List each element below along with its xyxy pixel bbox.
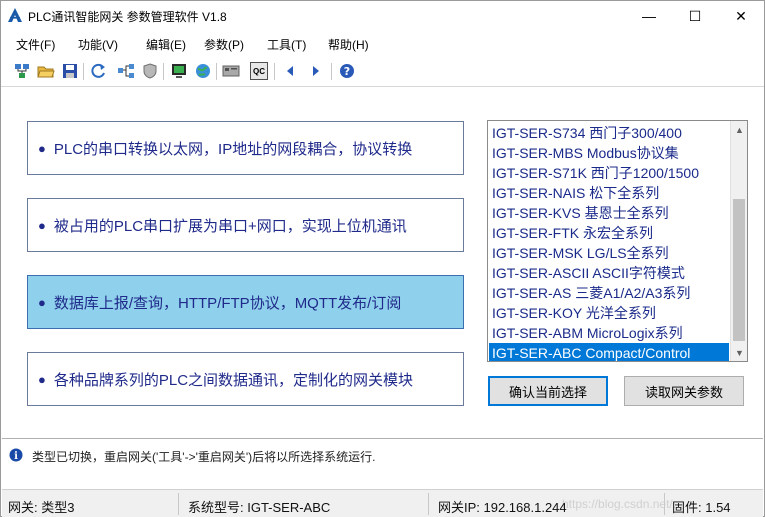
info-glyph: i bbox=[14, 451, 18, 462]
list-item[interactable]: IGT-SER-NAIS 松下全系列 bbox=[489, 183, 729, 203]
open-folder-icon[interactable] bbox=[37, 62, 55, 80]
app-logo-icon bbox=[8, 8, 22, 22]
menu-tools[interactable]: 工具(T) bbox=[267, 36, 306, 53]
help-icon[interactable]: ? bbox=[338, 62, 356, 80]
list-item-selected[interactable]: IGT-SER-ABC Compact/Control bbox=[489, 343, 729, 361]
toolbar-separator bbox=[331, 63, 332, 80]
toolbar-separator bbox=[274, 63, 275, 80]
menu-edit[interactable]: 编辑(E) bbox=[146, 36, 186, 53]
list-scrollbar[interactable]: ▲ ▼ bbox=[730, 121, 747, 361]
toolbar-separator bbox=[163, 63, 164, 80]
bullet-icon: ● bbox=[38, 140, 46, 156]
status-gateway-type: 网关: 类型3 bbox=[8, 500, 75, 515]
info-message: 类型已切换，重启网关('工具'->'重启网关')后将以所选择系统运行. bbox=[32, 450, 376, 464]
save-icon[interactable] bbox=[61, 62, 79, 80]
title-bar: PLC通讯智能网关 参数管理软件 V1.8 — ☐ ✕ bbox=[1, 1, 764, 31]
topology-icon[interactable] bbox=[117, 62, 135, 80]
list-item[interactable]: IGT-SER-S71K 西门子1200/1500 bbox=[489, 163, 729, 183]
bullet-icon: ● bbox=[38, 294, 46, 310]
list-item[interactable]: IGT-SER-KVS 基恩士全系列 bbox=[489, 203, 729, 223]
list-item[interactable]: IGT-SER-FTK 永宏全系列 bbox=[489, 223, 729, 243]
bullet-icon: ● bbox=[38, 371, 46, 387]
status-separator bbox=[664, 493, 665, 515]
feature-plc-interop[interactable]: ● 各种品牌系列的PLC之间数据通讯，定制化的网关模块 bbox=[27, 352, 464, 406]
info-icon: i bbox=[9, 448, 23, 462]
list-item[interactable]: IGT-SER-MSK LG/LS全系列 bbox=[489, 243, 729, 263]
minimize-button[interactable]: — bbox=[626, 1, 672, 31]
feature-label: PLC的串口转换以太网，IP地址的网段耦合，协议转换 bbox=[53, 140, 413, 158]
confirm-selection-button[interactable]: 确认当前选择 bbox=[488, 376, 608, 406]
arrow-left-icon[interactable] bbox=[281, 62, 299, 80]
read-gateway-params-button[interactable]: 读取网关参数 bbox=[624, 376, 744, 406]
monitor-icon[interactable] bbox=[170, 62, 188, 80]
toolbar: QC ? bbox=[1, 57, 764, 87]
main-window: PLC通讯智能网关 参数管理软件 V1.8 — ☐ ✕ 文件(F) 功能(V) … bbox=[0, 0, 765, 517]
shield-icon[interactable] bbox=[141, 62, 159, 80]
qc-icon[interactable]: QC bbox=[250, 62, 268, 80]
system-type-list[interactable]: IGT-SER-S734 西门子300/400 IGT-SER-MBS Modb… bbox=[487, 120, 748, 362]
list-item[interactable]: IGT-SER-S734 西门子300/400 bbox=[489, 123, 729, 143]
maximize-button[interactable]: ☐ bbox=[672, 1, 718, 31]
list-item[interactable]: IGT-SER-MBS Modbus协议集 bbox=[489, 143, 729, 163]
scroll-thumb[interactable] bbox=[733, 199, 745, 341]
menu-file[interactable]: 文件(F) bbox=[16, 36, 55, 53]
refresh-icon[interactable] bbox=[89, 62, 107, 80]
feature-serial-to-ethernet[interactable]: ● PLC的串口转换以太网，IP地址的网段耦合，协议转换 bbox=[27, 121, 464, 175]
menu-bar: 文件(F) 功能(V) 编辑(E) 参数(P) 工具(T) 帮助(H) bbox=[1, 33, 764, 55]
svg-text:?: ? bbox=[344, 65, 350, 78]
toolbar-separator bbox=[83, 63, 84, 80]
network-config-icon[interactable] bbox=[13, 62, 31, 80]
list-item[interactable]: IGT-SER-AS 三菱A1/A2/A3系列 bbox=[489, 283, 729, 303]
feature-label: 各种品牌系列的PLC之间数据通讯，定制化的网关模块 bbox=[53, 371, 414, 389]
menu-help[interactable]: 帮助(H) bbox=[328, 36, 369, 53]
feature-label: 被占用的PLC串口扩展为串口+网口，实现上位机通讯 bbox=[53, 217, 407, 235]
toolbar-separator bbox=[216, 63, 217, 80]
list-item[interactable]: IGT-SER-KOY 光洋全系列 bbox=[489, 303, 729, 323]
globe-icon[interactable] bbox=[194, 62, 212, 80]
status-bar: 网关: 类型3 系统型号: IGT-SER-ABC https://blog.c… bbox=[2, 489, 763, 517]
feature-label: 数据库上报/查询，HTTP/FTP协议，MQTT发布/订阅 bbox=[53, 294, 402, 312]
feature-serial-expansion[interactable]: ● 被占用的PLC串口扩展为串口+网口，实现上位机通讯 bbox=[27, 198, 464, 252]
status-separator bbox=[428, 493, 429, 515]
bullet-icon: ● bbox=[38, 217, 46, 233]
status-system-model: 系统型号: IGT-SER-ABC bbox=[188, 500, 331, 515]
device-icon[interactable] bbox=[222, 62, 240, 80]
menu-function[interactable]: 功能(V) bbox=[78, 36, 118, 53]
main-panel: ● PLC的串口转换以太网，IP地址的网段耦合，协议转换 ● 被占用的PLC串口… bbox=[2, 89, 763, 437]
list-item[interactable]: IGT-SER-ABM MicroLogix系列 bbox=[489, 323, 729, 343]
feature-database-mqtt[interactable]: ● 数据库上报/查询，HTTP/FTP协议，MQTT发布/订阅 bbox=[27, 275, 464, 329]
status-gateway-ip: 网关IP: 192.168.1.244 bbox=[438, 500, 567, 515]
menu-params[interactable]: 参数(P) bbox=[204, 36, 244, 53]
scroll-down-icon[interactable]: ▼ bbox=[731, 344, 747, 361]
status-separator bbox=[178, 493, 179, 515]
scroll-up-icon[interactable]: ▲ bbox=[731, 121, 747, 138]
arrow-right-icon[interactable] bbox=[307, 62, 325, 80]
close-button[interactable]: ✕ bbox=[718, 1, 764, 31]
status-firmware: 固件: 1.54 bbox=[672, 500, 731, 515]
window-title: PLC通讯智能网关 参数管理软件 V1.8 bbox=[28, 10, 227, 24]
info-bar: i 类型已切换，重启网关('工具'->'重启网关')后将以所选择系统运行. bbox=[2, 438, 763, 483]
list-item[interactable]: IGT-SER-ASCII ASCII字符模式 bbox=[489, 263, 729, 283]
